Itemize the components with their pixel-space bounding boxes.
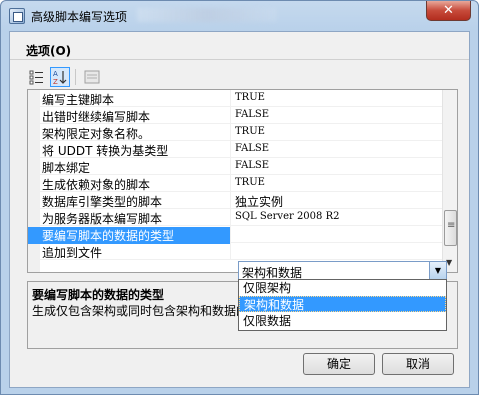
property-name: 架构限定对象名称。 xyxy=(42,127,151,141)
column-divider xyxy=(230,192,231,209)
property-row[interactable]: 追加到文件 xyxy=(28,243,442,260)
close-button[interactable]: ✕ xyxy=(426,1,471,21)
column-divider xyxy=(230,107,231,124)
vertical-scrollbar[interactable]: ▼ xyxy=(442,90,457,272)
column-divider xyxy=(230,175,231,192)
property-name: 脚本绑定 xyxy=(42,161,91,175)
property-row[interactable]: 出错时继续编写脚本 FALSE xyxy=(28,107,442,124)
alphabetical-icon[interactable]: A Z xyxy=(50,67,70,87)
property-name: 编写主键脚本 xyxy=(42,93,115,107)
title-blur xyxy=(137,8,277,22)
column-divider xyxy=(230,90,231,107)
property-value[interactable]: FALSE xyxy=(235,160,269,171)
property-value[interactable]: FALSE xyxy=(235,143,269,154)
toolbar-separator xyxy=(75,69,76,85)
property-name: 为服务器版本编写脚本 xyxy=(42,212,163,226)
description-title: 要编写脚本的数据的类型 xyxy=(32,288,165,302)
property-pages-icon xyxy=(82,67,102,87)
property-name: 将 UDDT 转换为基类型 xyxy=(42,144,169,158)
property-row-selected[interactable]: 要编写脚本的数据的类型 xyxy=(28,226,442,244)
column-divider xyxy=(230,209,231,226)
categorized-icon[interactable] xyxy=(27,67,47,87)
dropdown-option[interactable]: 仅限数据 xyxy=(239,313,446,329)
chevron-down-icon[interactable]: ▼ xyxy=(429,262,446,279)
data-type-combobox[interactable]: 架构和数据 ▼ xyxy=(238,261,447,280)
property-value[interactable]: FALSE xyxy=(235,109,269,120)
property-name: 生成依赖对象的脚本 xyxy=(42,178,151,192)
column-divider xyxy=(230,124,231,141)
property-name: 数据库引擎类型的脚本 xyxy=(42,195,163,209)
column-divider xyxy=(230,158,231,175)
property-grid[interactable]: 编写主键脚本 TRUE 出错时继续编写脚本 FALSE 架构限定对象名称。 TR… xyxy=(27,89,458,273)
dialog-client-area: 选项(O) A Z 编写主键脚本 TRUE 出错时继续编写脚本 FALSE 架构… xyxy=(9,31,470,388)
property-row[interactable]: 为服务器版本编写脚本 SQL Server 2008 R2 xyxy=(28,209,442,226)
property-value[interactable]: TRUE xyxy=(235,126,265,137)
scrollbar-thumb[interactable] xyxy=(444,210,457,246)
property-row[interactable]: 将 UDDT 转换为基类型 FALSE xyxy=(28,141,442,158)
property-value[interactable]: 独立实例 xyxy=(235,193,283,210)
property-value[interactable]: SQL Server 2008 R2 xyxy=(235,211,339,222)
cancel-button[interactable]: 取消 xyxy=(382,353,454,375)
property-row[interactable]: 架构限定对象名称。 TRUE xyxy=(28,124,442,141)
property-name: 要编写脚本的数据的类型 xyxy=(28,227,230,244)
dropdown-option[interactable]: 仅限架构 xyxy=(239,280,446,296)
column-divider xyxy=(230,141,231,158)
property-row[interactable]: 编写主键脚本 TRUE xyxy=(28,90,442,107)
dropdown-option-selected[interactable]: 架构和数据 xyxy=(239,296,446,312)
property-row[interactable]: 生成依赖对象的脚本 TRUE xyxy=(28,175,442,192)
property-row[interactable]: 数据库引擎类型的脚本 独立实例 xyxy=(28,192,442,209)
dialog-window: 高级脚本编写选项 ✕ 选项(O) A Z 编写主键脚本 TRUE 出错时继续编写… xyxy=(0,0,479,395)
property-name: 追加到文件 xyxy=(42,246,103,260)
property-row[interactable]: 脚本绑定 FALSE xyxy=(28,158,442,175)
ok-button[interactable]: 确定 xyxy=(303,353,375,375)
options-heading: 选项(O) xyxy=(26,44,72,58)
app-icon xyxy=(9,8,25,24)
column-divider xyxy=(230,243,231,260)
svg-text:A: A xyxy=(53,70,58,78)
property-name: 出错时继续编写脚本 xyxy=(42,110,151,124)
title-bar[interactable]: 高级脚本编写选项 ✕ xyxy=(1,1,478,31)
data-type-dropdown[interactable]: 仅限架构 架构和数据 仅限数据 xyxy=(238,279,447,331)
property-value[interactable]: TRUE xyxy=(235,177,265,188)
window-title: 高级脚本编写选项 xyxy=(31,10,128,24)
svg-text:Z: Z xyxy=(53,78,58,86)
column-divider xyxy=(230,226,231,243)
property-value[interactable]: TRUE xyxy=(235,92,265,103)
separator xyxy=(10,59,469,60)
